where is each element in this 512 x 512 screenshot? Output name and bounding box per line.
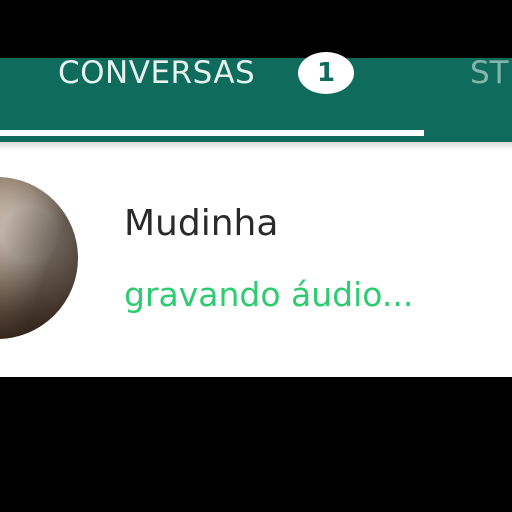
tab-conversas[interactable]: CONVERSAS 1 (0, 52, 424, 142)
unread-count-badge: 1 (298, 52, 354, 94)
tab-status-label: ST (470, 55, 509, 91)
tab-status[interactable]: ST (466, 55, 512, 130)
contact-name: Mudinha (124, 203, 279, 244)
letterbox-bottom (0, 377, 512, 512)
active-tab-indicator (0, 130, 424, 136)
chat-list: Mudinha gravando áudio... (0, 142, 512, 377)
tab-conversas-label: CONVERSAS (58, 55, 256, 91)
avatar-photo (0, 177, 78, 339)
screen: CONVERSAS 1 ST Mudinha gravando áudio... (0, 0, 512, 512)
recording-audio-status: gravando áudio... (124, 275, 414, 314)
contact-avatar[interactable] (0, 177, 78, 339)
letterbox-top (0, 0, 512, 58)
chat-list-item[interactable]: Mudinha gravando áudio... (0, 142, 512, 377)
tab-bar: CONVERSAS 1 ST (0, 52, 512, 142)
